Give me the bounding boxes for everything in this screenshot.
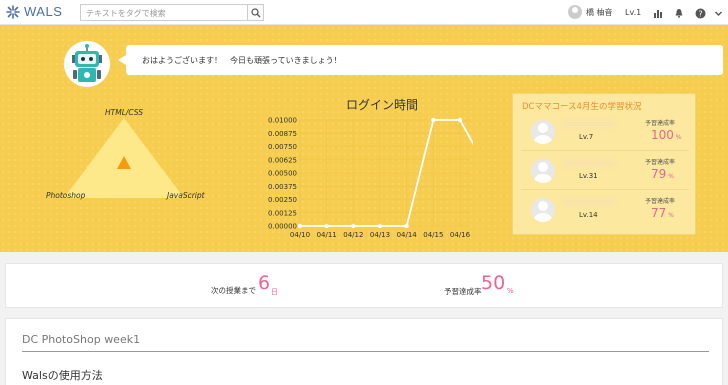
- student-level: Lv.14: [579, 211, 598, 219]
- section-heading[interactable]: Walsの使用方法: [22, 367, 103, 383]
- skill-label-left: Photoshop: [46, 191, 86, 200]
- data-point: [431, 117, 436, 123]
- summary-card: [5, 263, 723, 308]
- next-class-unit: 日: [271, 288, 278, 296]
- x-tick-label: 04/14: [397, 231, 418, 239]
- greeting-text: おはようございます！ 今日も頑張っていきましょう！: [142, 56, 342, 65]
- x-tick-label: 04/12: [343, 231, 363, 239]
- y-tick-label: 0.00000: [268, 223, 297, 231]
- course-title[interactable]: DC PhotoShop week1: [22, 333, 140, 346]
- avatar: [568, 5, 582, 19]
- y-tick-label: 0.00250: [268, 196, 297, 204]
- x-tick-label: 04/16: [450, 231, 471, 239]
- y-tick-label: 0.00375: [268, 183, 297, 191]
- x-tick-label: 04/13: [370, 231, 390, 239]
- logo-icon: [6, 4, 20, 19]
- achievement-label: 予習達成率: [645, 120, 676, 127]
- y-tick-label: 0.00125: [268, 209, 297, 217]
- blurred-name: [563, 159, 615, 167]
- search-input[interactable]: テキストをタグで検索: [80, 4, 248, 21]
- robot-avatar: [64, 41, 110, 87]
- achievement-value: 77%: [651, 206, 674, 220]
- data-point: [457, 117, 463, 123]
- blurred-name: [563, 198, 615, 206]
- data-point: [377, 223, 383, 229]
- stats-icon[interactable]: [652, 7, 664, 19]
- next-class-label: 次の授業まで: [211, 286, 256, 295]
- achievement-rate-value: 50: [481, 272, 506, 294]
- achievement-rate-label: 予習達成率: [444, 287, 482, 296]
- status-row[interactable]: Lv.7 予習達成率 100%: [521, 114, 689, 151]
- achievement-label: 予習達成率: [645, 198, 676, 205]
- chevron-down-icon[interactable]: [712, 7, 724, 19]
- status-row[interactable]: Lv.14 予習達成率 77%: [521, 192, 689, 229]
- x-tick-label: 04/11: [317, 231, 337, 239]
- student-level: Lv.31: [579, 172, 598, 180]
- x-tick-label: 04/15: [423, 231, 443, 239]
- search-button[interactable]: [247, 4, 264, 21]
- svg-text:?: ?: [698, 9, 702, 18]
- skill-label-top: HTML/CSS: [105, 108, 144, 117]
- app-logo[interactable]: WALS: [6, 4, 62, 19]
- status-title: DCママコース4月生の学習状況: [522, 102, 642, 112]
- divider: [22, 351, 709, 352]
- data-point: [297, 223, 303, 229]
- achievement-value: 100%: [651, 128, 682, 142]
- data-point: [351, 223, 356, 229]
- data-point: [404, 223, 409, 229]
- achievement-rate-unit: %: [507, 287, 514, 295]
- next-class-value: 6: [258, 272, 271, 294]
- avatar: [531, 159, 555, 183]
- top-header: WALS テキストをタグで検索 橋 柚音 Lv.1 ?: [0, 0, 728, 25]
- y-tick-label: 0.01000: [268, 117, 297, 125]
- data-point: [324, 223, 329, 229]
- help-icon[interactable]: ?: [694, 7, 706, 19]
- y-tick-label: 0.00750: [268, 143, 297, 151]
- achievement-value: 79%: [651, 167, 674, 181]
- learning-status-panel: DCママコース4月生の学習状況 Lv.7 予習達成率 100% Lv.31 予習…: [512, 93, 696, 235]
- status-row[interactable]: Lv.31 予習達成率 79%: [521, 153, 689, 190]
- app-name: WALS: [24, 4, 63, 19]
- bell-icon[interactable]: [673, 7, 685, 19]
- y-tick-label: 0.00500: [268, 170, 297, 178]
- avatar: [531, 198, 555, 222]
- login-time-chart: 0.01000 0.00875 0.00750 0.00625 0.00500 0.003…: [268, 117, 473, 239]
- student-level: Lv.7: [579, 133, 594, 141]
- y-tick-label: 0.00625: [268, 156, 297, 164]
- achievement-label: 予習達成率: [645, 159, 676, 166]
- chart-title: ログイン時間: [345, 98, 418, 112]
- x-tick-label: 04/10: [290, 231, 310, 239]
- skill-label-right: JavaScript: [167, 191, 205, 200]
- user-name: 橋 柚音: [586, 7, 613, 17]
- greeting-bubble: おはようございます！ 今日も頑張っていきましょう！: [118, 45, 723, 75]
- y-tick-label: 0.00875: [268, 130, 297, 138]
- search-icon: [250, 7, 260, 17]
- avatar: [531, 120, 555, 144]
- user-menu[interactable]: 橋 柚音: [568, 5, 613, 19]
- user-level: Lv.1: [625, 8, 642, 17]
- blurred-name: [563, 120, 615, 128]
